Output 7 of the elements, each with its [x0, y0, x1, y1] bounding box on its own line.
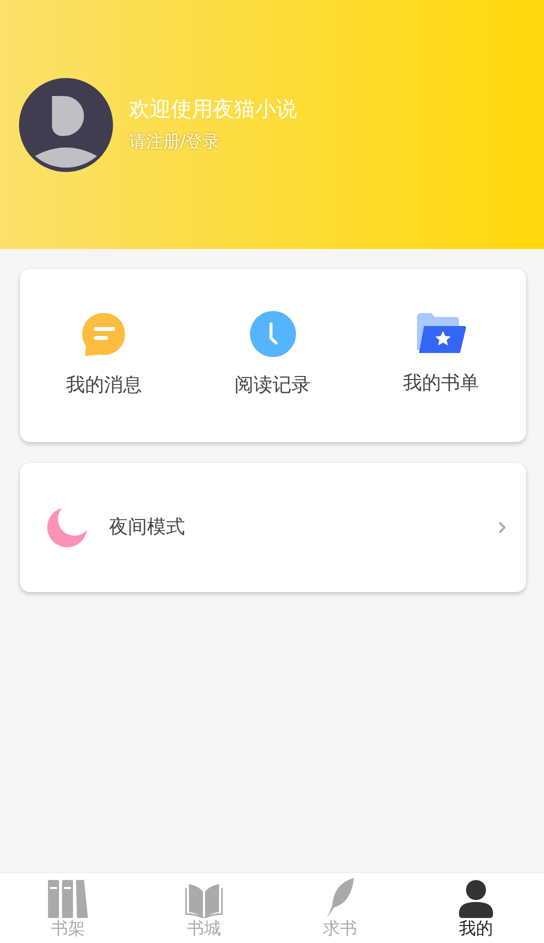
tab-button[interactable]: 我的 [408, 873, 544, 943]
settings-row[interactable]: 夜间模式 [20, 463, 526, 592]
setting-label: 夜间模式 [109, 515, 186, 540]
shortcut-button[interactable]: 我的消息 [20, 310, 188, 401]
shortcut-button[interactable]: 我的书单 [356, 312, 526, 399]
shortcut-button[interactable]: 阅读记录 [188, 310, 357, 401]
welcome-title: 欢迎使用夜猫小说 [129, 96, 297, 123]
